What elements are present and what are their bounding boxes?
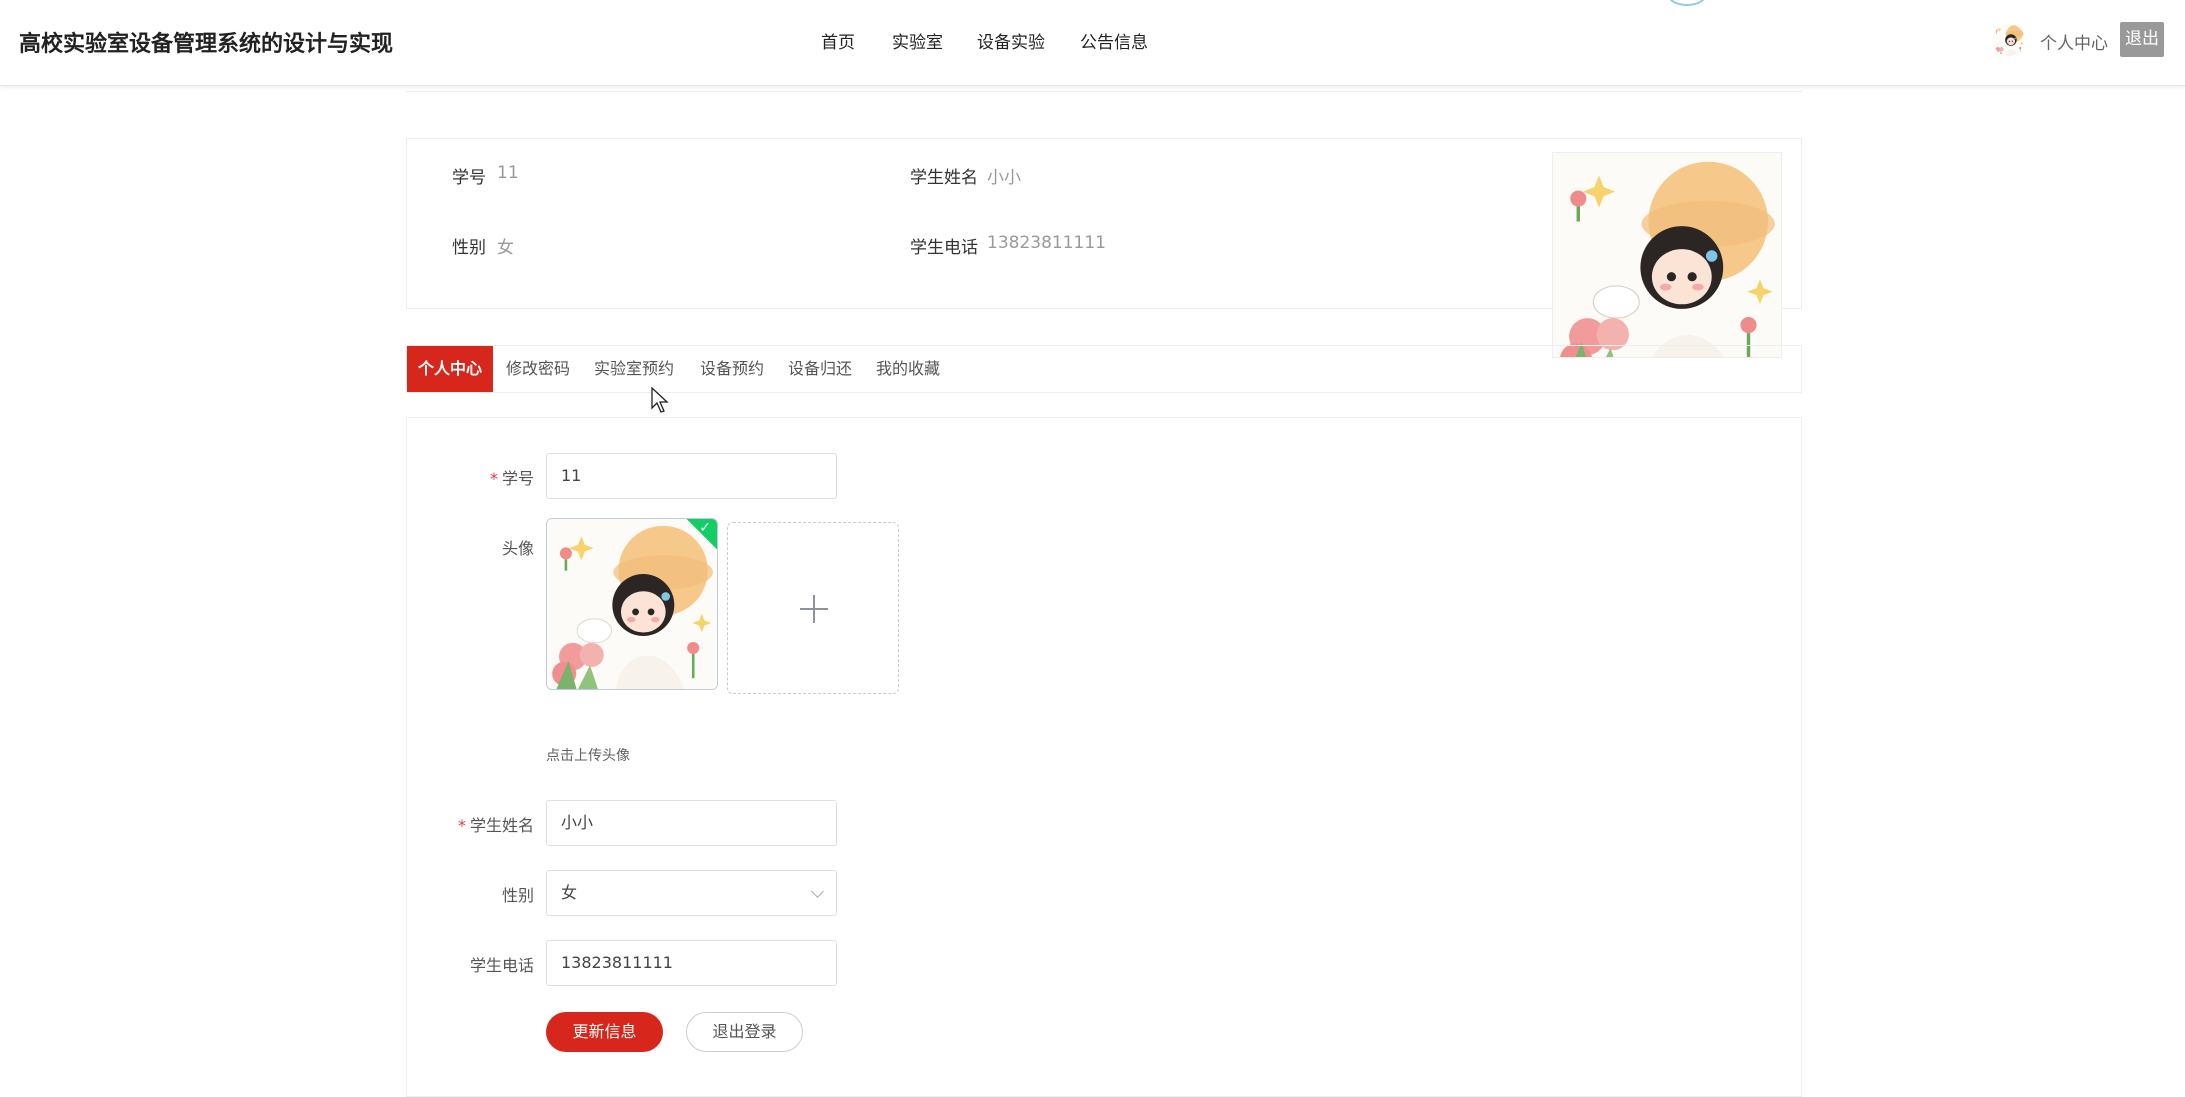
tab-user-center[interactable]: 个人中心 [407, 346, 494, 392]
profile-tabs: 个人中心 修改密码 实验室预约 设备预约 设备归还 我的收藏 [406, 345, 1802, 393]
form-phone-label: 学生电话 [469, 956, 534, 975]
gender-select-value: 女 [561, 883, 578, 902]
info-name-label: 学生姓名 [910, 168, 978, 188]
tab-equipment-return[interactable]: 设备归还 [777, 346, 863, 392]
tab-my-favorites[interactable]: 我的收藏 [865, 346, 951, 392]
update-info-button[interactable]: 更新信息 [546, 1012, 663, 1052]
check-icon: ✓ [699, 520, 711, 536]
form-gender-label: 性别 [501, 886, 534, 905]
info-student-id-value: 11 [497, 163, 519, 183]
decorative-circle-icon [1667, 0, 1707, 6]
mouse-cursor-icon [651, 387, 669, 413]
nav-announcements[interactable]: 公告信息 [1080, 28, 1148, 53]
required-mark: * [489, 469, 498, 488]
student-phone-input[interactable]: 13823811111 [546, 940, 837, 986]
info-name-value: 小小 [987, 168, 1021, 188]
site-title: 高校实验室设备管理系统的设计与实现 [19, 32, 394, 57]
student-id-input[interactable]: 11 [546, 453, 837, 499]
gender-select[interactable]: 女 [546, 870, 837, 916]
tab-equipment-reservation[interactable]: 设备预约 [689, 346, 775, 392]
user-center-link[interactable]: 个人中心 [2040, 29, 2108, 54]
nav-lab[interactable]: 实验室 [892, 28, 943, 53]
student-name-input[interactable]: 小小 [546, 800, 837, 846]
header-band [406, 86, 1802, 92]
uploaded-avatar-thumbnail[interactable]: ✓ [546, 518, 718, 690]
form-student-id-label: * 学号 [489, 469, 534, 488]
nav-home[interactable]: 首页 [821, 28, 855, 53]
info-student-id-label: 学号 [452, 168, 486, 188]
logout-button-top[interactable]: 退出 [2120, 22, 2164, 57]
tab-lab-reservation[interactable]: 实验室预约 [583, 346, 685, 392]
chevron-down-icon [811, 885, 824, 898]
form-avatar-label: 头像 [501, 539, 534, 558]
upload-hint: 点击上传头像 [546, 748, 630, 764]
info-phone-label: 学生电话 [910, 238, 978, 258]
profile-avatar-image [1552, 152, 1782, 358]
tab-change-password[interactable]: 修改密码 [495, 346, 581, 392]
top-header: 高校实验室设备管理系统的设计与实现 首页 实验室 设备实验 公告信息 个人中心 … [0, 0, 2185, 86]
logout-button[interactable]: 退出登录 [686, 1012, 803, 1052]
info-gender-label: 性别 [452, 238, 486, 258]
header-avatar[interactable] [1993, 24, 2025, 56]
nav-equipment-experiment[interactable]: 设备实验 [977, 28, 1045, 53]
info-gender-value: 女 [497, 238, 514, 258]
form-name-label: * 学生姓名 [457, 816, 534, 835]
info-phone-value: 13823811111 [987, 233, 1106, 253]
avatar-upload-button[interactable] [727, 522, 899, 694]
required-mark: * [457, 816, 466, 835]
